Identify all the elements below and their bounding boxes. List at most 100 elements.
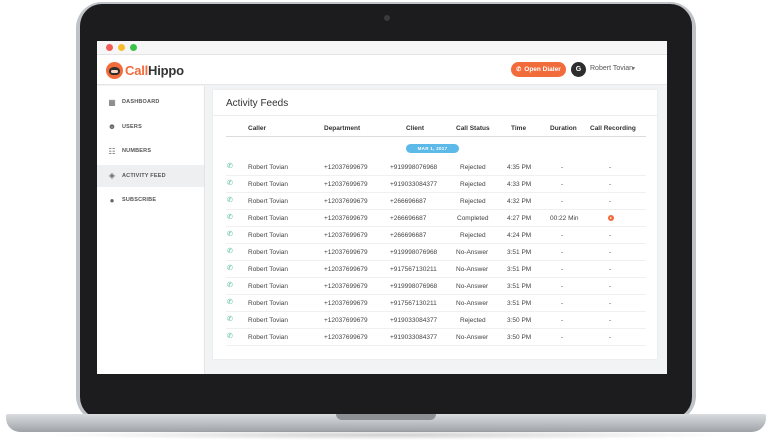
column-header-call-status[interactable]: Call Status — [456, 125, 490, 132]
close-window-button[interactable] — [106, 44, 113, 51]
cell-duration: - — [561, 317, 564, 324]
cell-recording: - — [609, 198, 612, 205]
play-recording-icon[interactable] — [608, 215, 614, 221]
cell-time: 3:51 PM — [507, 249, 532, 256]
column-header-call-recording[interactable]: Call Recording — [590, 125, 636, 132]
cell-client: +919998076968 — [390, 164, 438, 171]
app-window: CallHippo ✆ Open Dialer G Robert Tovian … — [97, 41, 667, 374]
table-row[interactable]: ✆ Robert Tovian +12037699679 +266696687 Reje… — [213, 227, 657, 244]
minimize-window-button[interactable] — [118, 44, 125, 51]
users-icon: ☻ — [107, 122, 117, 131]
cell-client: +266696687 — [390, 198, 427, 205]
avatar[interactable]: G — [571, 62, 586, 77]
table-row[interactable]: ✆ Robert Tovian +12037699679 +919033084377 N… — [213, 329, 657, 346]
table-row[interactable]: ✆ Robert Tovian +12037699679 +919998076968 R… — [213, 159, 657, 176]
cell-caller: Robert Tovian — [248, 317, 288, 324]
sidebar-item-label: SUBSCRIBE — [122, 197, 157, 203]
row-divider — [226, 345, 646, 346]
window-titlebar — [97, 41, 667, 55]
call-direction-icon: ✆ — [227, 333, 233, 340]
grid-icon: ▦ — [108, 97, 116, 107]
column-header-duration[interactable]: Duration — [550, 125, 577, 132]
cell-caller: Robert Tovian — [248, 300, 288, 307]
cell-status: No-Answer — [456, 300, 489, 307]
cell-caller: Robert Tovian — [248, 334, 288, 341]
cell-department: +12037699679 — [324, 249, 368, 256]
cell-duration: - — [561, 300, 564, 307]
column-header-caller[interactable]: Caller — [248, 125, 266, 132]
column-header-time[interactable]: Time — [511, 125, 526, 132]
logo-text-prefix: Call — [125, 62, 149, 78]
call-direction-icon: ✆ — [227, 248, 233, 255]
cell-department: +12037699679 — [324, 181, 368, 188]
activity-icon: ◈ — [108, 171, 116, 180]
header-divider — [226, 136, 646, 137]
cell-client: +919033084377 — [390, 334, 438, 341]
cell-status: No-Answer — [456, 283, 489, 290]
sidebar-item-numbers[interactable]: ☷ NUMBERS — [97, 140, 204, 162]
cell-caller: Robert Tovian — [248, 164, 288, 171]
maximize-window-button[interactable] — [130, 44, 137, 51]
sidebar-item-dashboard[interactable]: ▦ DASHBOARD — [97, 91, 204, 113]
cell-recording: - — [609, 266, 612, 273]
open-dialer-button[interactable]: ✆ Open Dialer — [511, 62, 566, 77]
cell-caller: Robert Tovian — [248, 181, 288, 188]
cell-duration: - — [561, 249, 564, 256]
app-header: CallHippo ✆ Open Dialer G Robert Tovian … — [97, 55, 667, 85]
cell-recording: - — [609, 249, 612, 256]
column-header-department[interactable]: Department — [324, 125, 360, 132]
cell-duration: - — [561, 283, 564, 290]
call-direction-icon: ✆ — [227, 163, 233, 170]
sidebar-item-label: ACTIVITY FEED — [122, 172, 166, 179]
sidebar-item-activity-feed[interactable]: ◈ ACTIVITY FEED — [97, 164, 204, 187]
cell-time: 3:50 PM — [507, 334, 532, 341]
callhippo-logo[interactable]: CallHippo — [106, 61, 184, 79]
cell-time: 3:51 PM — [507, 300, 532, 307]
cell-department: +12037699679 — [324, 300, 368, 307]
table-row[interactable]: ✆ Robert Tovian +12037699679 +919033084377 R… — [213, 312, 657, 329]
user-name[interactable]: Robert Tovian — [590, 65, 633, 72]
sidebar-item-users[interactable]: ☻ USERS — [97, 116, 204, 138]
cell-status: Rejected — [460, 164, 486, 171]
cell-department: +12037699679 — [324, 164, 368, 171]
table-row[interactable]: ✆ Robert Tovian +12037699679 +266696687 Comp… — [213, 210, 657, 227]
cell-time: 3:51 PM — [507, 266, 532, 273]
cell-time: 3:50 PM — [507, 317, 532, 324]
column-header-client[interactable]: Client — [406, 125, 424, 132]
chevron-down-icon[interactable]: ▾ — [632, 65, 635, 72]
table-row[interactable]: ✆ Robert Tovian +12037699679 +917567130211 N… — [213, 261, 657, 278]
logo-text-suffix: Hippo — [148, 62, 184, 78]
cell-status: No-Answer — [456, 334, 489, 341]
cell-recording: - — [609, 283, 612, 290]
table-row[interactable]: ✆ Robert Tovian +12037699679 +919033084377 R… — [213, 176, 657, 193]
sidebar-item-subscribe[interactable]: ● SUBSCRIBE — [97, 189, 204, 211]
cell-time: 4:35 PM — [507, 164, 532, 171]
cell-duration: - — [561, 266, 564, 273]
cell-client: +919998076968 — [390, 249, 438, 256]
cell-caller: Robert Tovian — [248, 198, 288, 205]
cell-status: Rejected — [460, 232, 486, 239]
activity-feed-panel: Activity Feeds Caller Department Client … — [213, 90, 657, 359]
cell-status: Rejected — [460, 181, 486, 188]
call-direction-icon: ✆ — [227, 299, 233, 306]
cell-recording: - — [609, 334, 612, 341]
cell-recording: - — [609, 232, 612, 239]
cell-department: +12037699679 — [324, 317, 368, 324]
cell-department: +12037699679 — [324, 198, 368, 205]
table-row[interactable]: ✆ Robert Tovian +12037699679 +917567130211 N… — [213, 295, 657, 312]
cell-caller: Robert Tovian — [248, 249, 288, 256]
sidebar-item-label: DASHBOARD — [122, 99, 160, 105]
dollar-icon: ● — [109, 195, 115, 205]
cell-caller: Robert Tovian — [248, 283, 288, 290]
cell-time: 4:33 PM — [507, 181, 532, 188]
cell-time: 4:32 PM — [507, 198, 532, 205]
table-row[interactable]: ✆ Robert Tovian +12037699679 +919998076968 N… — [213, 278, 657, 295]
call-direction-icon: ✆ — [227, 265, 233, 272]
table-row[interactable]: ✆ Robert Tovian +12037699679 +919998076968 N… — [213, 244, 657, 261]
title-divider — [213, 115, 657, 116]
cell-client: +266696687 — [390, 215, 427, 222]
cell-department: +12037699679 — [324, 232, 368, 239]
table-row[interactable]: ✆ Robert Tovian +12037699679 +266696687 Reje… — [213, 193, 657, 210]
date-badge: MAR 1, 2017 — [406, 144, 459, 153]
sidebar: ▦ DASHBOARD ☻ USERS ☷ NUMBERS ◈ ACTIVITY FEED ● S… — [97, 86, 205, 374]
